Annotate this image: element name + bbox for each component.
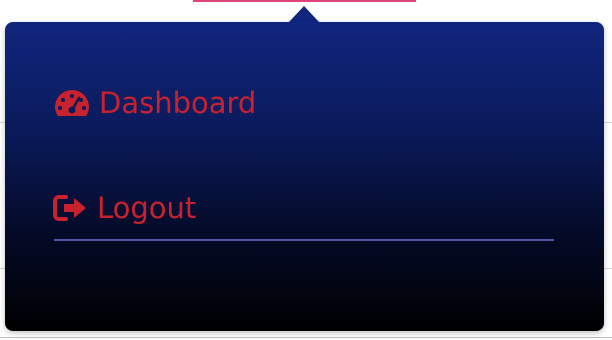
dropdown-caret xyxy=(288,6,320,23)
menu-item-label: Logout xyxy=(97,191,197,225)
background-divider xyxy=(0,337,612,338)
sign-out-icon xyxy=(53,194,89,222)
menu-item-logout[interactable]: Logout xyxy=(53,191,196,225)
menu-divider xyxy=(54,239,554,241)
menu-item-label: Dashboard xyxy=(99,86,257,120)
active-tab-indicator xyxy=(193,0,416,2)
menu-item-dashboard[interactable]: Dashboard xyxy=(53,86,256,120)
speedometer-icon xyxy=(53,88,91,118)
user-dropdown-menu: Dashboard Logout xyxy=(5,22,604,331)
